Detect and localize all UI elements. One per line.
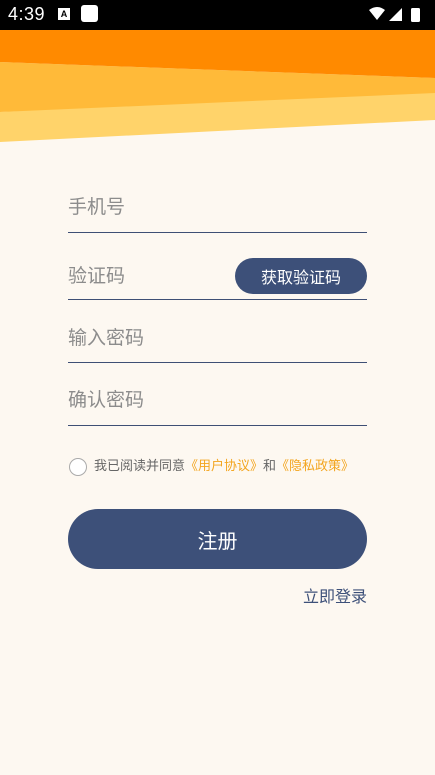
login-link[interactable]: 立即登录 (303, 583, 367, 607)
password-field (68, 327, 367, 363)
verification-code-input[interactable] (68, 265, 228, 287)
wifi-icon (369, 7, 385, 20)
app-notification-icon (81, 5, 98, 22)
status-icons (369, 7, 420, 22)
register-button[interactable]: 注册 (68, 509, 367, 569)
agreement-prefix: 我已阅读并同意 (94, 459, 186, 474)
battery-icon (411, 8, 420, 22)
phone-input[interactable] (68, 196, 367, 218)
status-bar: 4:39 A (0, 0, 435, 30)
header-decoration (0, 30, 435, 145)
password-input[interactable] (68, 327, 367, 349)
app-indicator-icon: A (58, 8, 70, 20)
signal-icon (389, 8, 402, 21)
confirm-password-field (68, 389, 367, 426)
agreement-conjunction: 和 (263, 459, 277, 474)
status-time: 4:39 (8, 4, 46, 24)
phone-field (68, 196, 367, 233)
agreement-checkbox[interactable] (69, 457, 87, 476)
get-code-button[interactable]: 获取验证码 (235, 258, 367, 294)
agreement-row: 我已阅读并同意《用户协议》和《隐私政策》 (69, 456, 389, 478)
privacy-policy-link[interactable]: 《隐私政策》 (276, 459, 354, 474)
confirm-password-input[interactable] (68, 389, 367, 411)
code-field: 获取验证码 (68, 257, 367, 300)
user-agreement-link[interactable]: 《用户协议》 (185, 459, 263, 474)
